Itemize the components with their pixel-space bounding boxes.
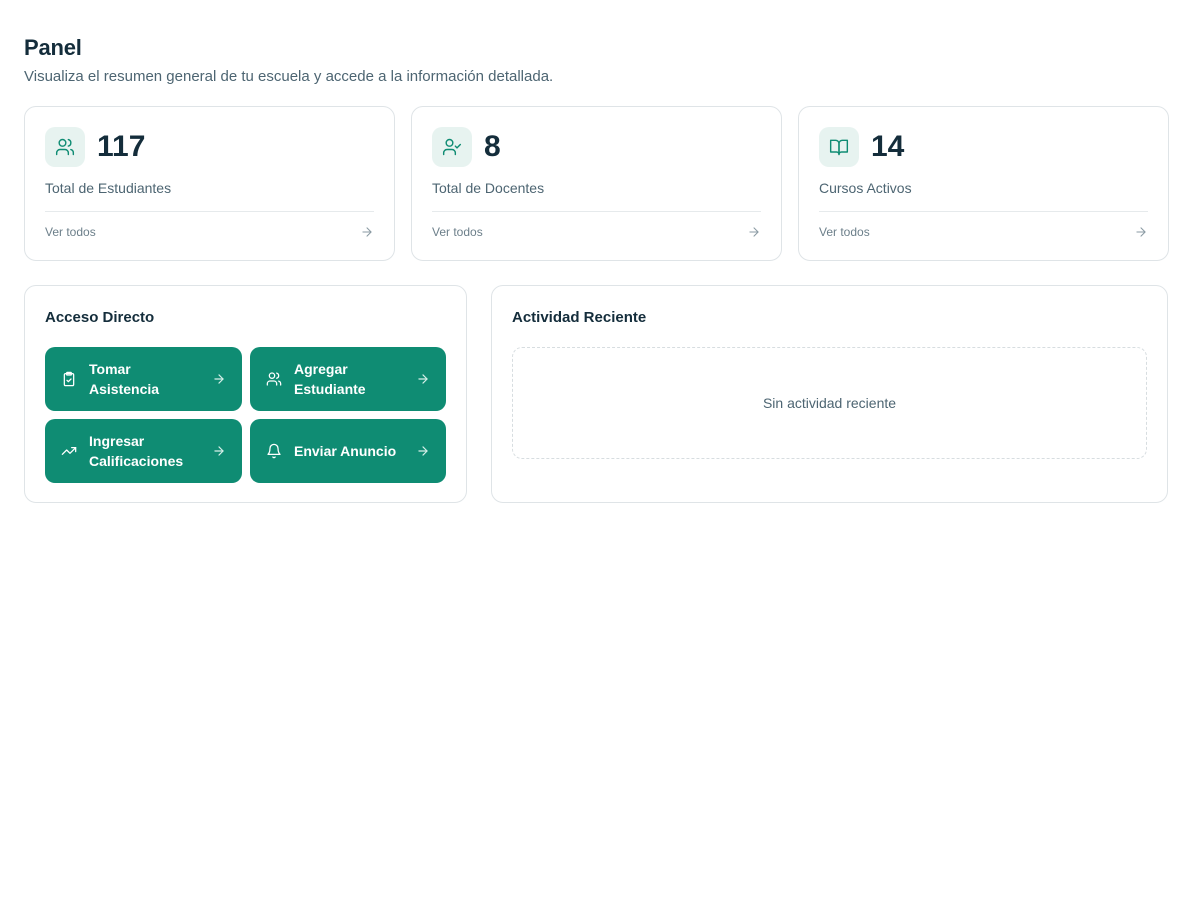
bell-icon [266,443,282,459]
quick-button-label: Enviar Anuncio [294,443,397,459]
arrow-right-icon [214,374,224,384]
stat-label: Total de Docentes [432,180,545,196]
book-open-icon [819,127,859,167]
view-all-label: Ver todos [432,225,483,239]
take-attendance-button[interactable]: Tomar Asistencia [45,347,242,411]
users-icon [266,371,282,387]
arrow-right-icon [418,446,428,456]
arrow-right-icon [749,227,759,237]
bottom-row: Acceso Directo Tomar Asistencia Agregar … [24,285,1176,503]
stats-row: 117 Total de Estudiantes Ver todos 8 Tot… [24,106,1176,261]
add-student-button[interactable]: Agregar Estudiante [250,347,446,411]
recent-activity-panel: Actividad Reciente Sin actividad recient… [491,285,1168,503]
quick-access-panel: Acceso Directo Tomar Asistencia Agregar … [24,285,467,503]
view-all-courses-link[interactable]: Ver todos [819,212,1148,252]
send-announcement-button[interactable]: Enviar Anuncio [250,419,446,483]
quick-button-label: Ingresar Calificaciones [89,433,184,469]
quick-access-grid: Tomar Asistencia Agregar Estudiante Ingr… [45,347,446,483]
recent-activity-title: Actividad Reciente [512,309,647,326]
enter-grades-button[interactable]: Ingresar Calificaciones [45,419,242,483]
quick-access-title: Acceso Directo [45,309,155,326]
clipboard-check-icon [61,371,77,387]
quick-button-label: Agregar Estudiante [294,361,366,397]
stat-card-courses: 14 Cursos Activos Ver todos [798,106,1169,261]
stat-value: 14 [871,130,905,163]
view-all-teachers-link[interactable]: Ver todos [432,212,761,252]
user-check-icon [432,127,472,167]
view-all-label: Ver todos [45,225,96,239]
arrow-right-icon [1136,227,1146,237]
empty-activity-text: Sin actividad reciente [762,395,897,411]
stat-value: 8 [484,130,501,163]
view-all-label: Ver todos [819,225,870,239]
quick-button-label: Tomar Asistencia [89,361,160,397]
stat-card-students: 117 Total de Estudiantes Ver todos [24,106,395,261]
page-subtitle: Visualiza el resumen general de tu escue… [24,68,554,85]
arrow-right-icon [418,374,428,384]
stat-label: Total de Estudiantes [45,180,172,196]
stat-card-teachers: 8 Total de Docentes Ver todos [411,106,782,261]
stat-value: 117 [97,130,146,163]
page-title: Panel [24,35,82,60]
view-all-students-link[interactable]: Ver todos [45,212,374,252]
users-icon [45,127,85,167]
arrow-right-icon [214,446,224,456]
stat-label: Cursos Activos [819,180,912,196]
arrow-right-icon [362,227,372,237]
dashboard-page: Panel Visualiza el resumen general de tu… [0,0,1200,503]
trending-up-icon [61,443,77,459]
empty-activity-state: Sin actividad reciente [512,347,1147,459]
